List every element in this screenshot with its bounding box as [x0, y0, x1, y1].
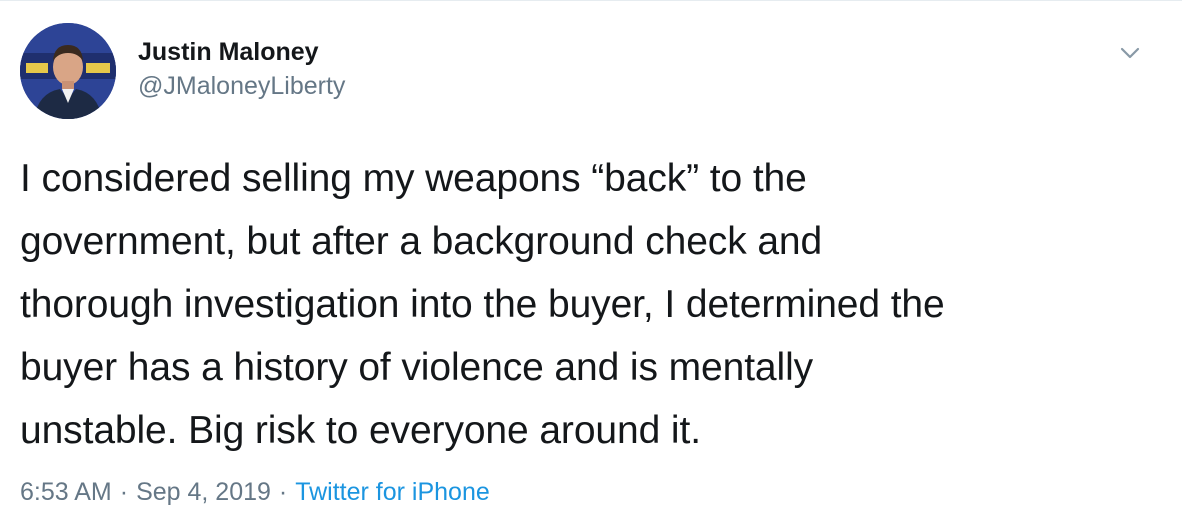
tweet-text-line: government, but after a background check…	[20, 220, 823, 263]
tweet-text-line: buyer has a history of violence and is m…	[20, 346, 814, 389]
chevron-down-icon[interactable]	[1116, 39, 1144, 67]
tweet-date[interactable]: Sep 4, 2019	[136, 478, 271, 506]
tweet-source-link[interactable]: Twitter for iPhone	[295, 478, 490, 506]
tweet-time[interactable]: 6:53 AM	[20, 478, 112, 506]
tweet-meta: 6:53 AM · Sep 4, 2019 · Twitter for iPhone	[20, 475, 490, 509]
tweet-text: I considered selling my weapons “back” t…	[20, 147, 1150, 462]
tweet-text-line: I considered selling my weapons “back” t…	[20, 157, 807, 200]
tweet-text-line: thorough investigation into the buyer, I…	[20, 283, 945, 326]
tweet-header: Justin Maloney @JMaloneyLiberty	[20, 21, 1162, 121]
separator: ·	[119, 478, 129, 506]
handle[interactable]: @JMaloneyLiberty	[138, 69, 345, 103]
tweet-text-line: unstable. Big risk to everyone around it…	[20, 409, 701, 452]
author-info: Justin Maloney @JMaloneyLiberty	[138, 37, 345, 103]
tweet-card: Justin Maloney @JMaloneyLiberty I consid…	[0, 0, 1182, 526]
avatar[interactable]	[20, 23, 116, 119]
display-name[interactable]: Justin Maloney	[138, 37, 345, 67]
separator: ·	[278, 478, 288, 506]
